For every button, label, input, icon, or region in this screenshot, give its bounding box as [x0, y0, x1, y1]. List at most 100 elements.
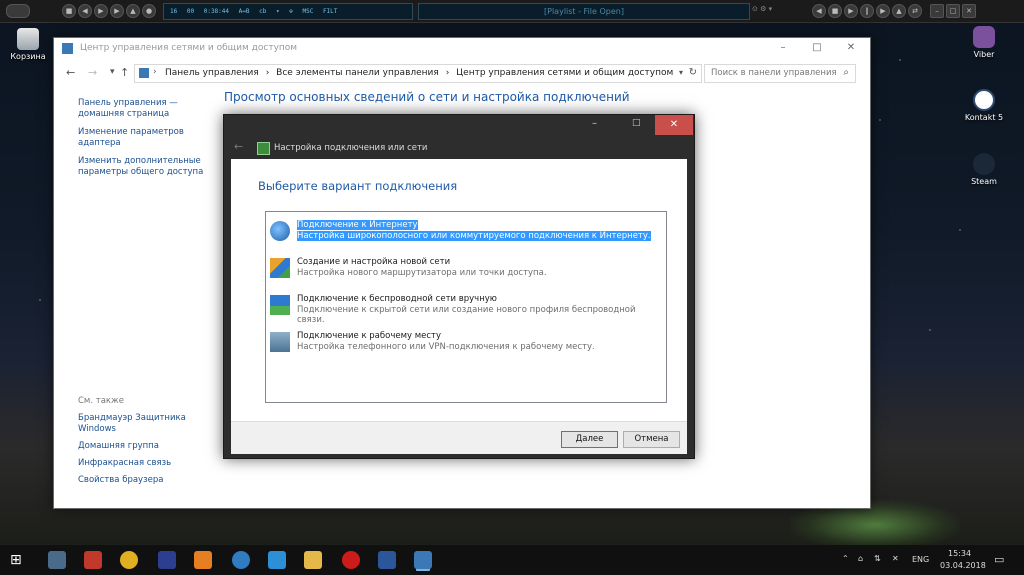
- desktop-icon-kontakt[interactable]: Kontakt 5: [954, 89, 1014, 122]
- player-btn-prev-icon[interactable]: ◀: [812, 4, 826, 18]
- option-connect-internet[interactable]: Подключение к Интернету Настройка широко…: [270, 218, 662, 244]
- player-logo-icon[interactable]: [6, 4, 30, 18]
- desktop-icon-steam[interactable]: Steam: [954, 153, 1014, 186]
- connection-options-list: Подключение к Интернету Настройка широко…: [265, 211, 667, 403]
- player-eject-icon[interactable]: ▲: [126, 4, 140, 18]
- player-btn-play-icon[interactable]: ▶: [844, 4, 858, 18]
- globe-icon: [270, 221, 290, 241]
- taskbar-app-icon[interactable]: [268, 551, 286, 569]
- search-icon[interactable]: ⌕: [843, 67, 849, 78]
- link-change-adapter-settings[interactable]: Изменение параметров адаптера: [78, 127, 218, 149]
- desktop-icon-label: Kontakt 5: [964, 113, 1004, 122]
- taskbar-app-icon[interactable]: [84, 551, 102, 569]
- left-navigation: Панель управления — домашняя страница Из…: [78, 98, 218, 185]
- search-field[interactable]: Поиск в панели управления ⌕: [704, 64, 856, 83]
- tray-network-icon[interactable]: ⌂: [858, 554, 863, 563]
- taskbar-app-icon[interactable]: [120, 551, 138, 569]
- dialog-footer: Далее Отмена: [231, 421, 687, 454]
- opera-icon[interactable]: [342, 551, 360, 569]
- player-btn-stop-icon[interactable]: ■: [828, 4, 842, 18]
- see-also-header: См. также: [78, 396, 124, 406]
- window-close-button[interactable]: ✕: [834, 38, 868, 58]
- player-next-icon[interactable]: ▶: [110, 4, 124, 18]
- window-titlebar[interactable]: Центр управления сетями и общим доступом…: [54, 38, 870, 60]
- action-center-icon[interactable]: ▭: [994, 553, 1004, 566]
- breadcrumb-network-center[interactable]: Центр управления сетями и общим доступом: [456, 68, 673, 78]
- window-maximize-button[interactable]: □: [800, 38, 834, 58]
- tray-time[interactable]: 15:34: [948, 549, 971, 558]
- forward-arrow-icon[interactable]: →: [88, 66, 97, 79]
- option-new-network[interactable]: Создание и настройка новой сети Настройк…: [270, 255, 662, 281]
- address-bar[interactable]: › Панель управления › Все элементы панел…: [134, 64, 702, 83]
- breadcrumb-separator[interactable]: ›: [446, 68, 450, 78]
- dialog-maximize-button[interactable]: □: [632, 118, 641, 128]
- address-dropdown-icon[interactable]: ▾: [679, 68, 683, 77]
- link-homegroup[interactable]: Домашняя группа: [78, 441, 218, 452]
- up-arrow-icon[interactable]: ↑: [120, 66, 129, 79]
- tray-connection-icon[interactable]: ⇅: [874, 554, 881, 563]
- cancel-button[interactable]: Отмена: [623, 431, 680, 448]
- player-stop-icon[interactable]: ■: [62, 4, 76, 18]
- player-restore-icon[interactable]: □: [946, 4, 960, 18]
- link-firewall[interactable]: Брандмауэр Защитника Windows: [78, 413, 218, 435]
- router-icon: [270, 258, 290, 278]
- viber-icon: [973, 26, 995, 48]
- player-open-icon[interactable]: ●: [142, 4, 156, 18]
- refresh-icon[interactable]: ↻: [689, 67, 697, 78]
- breadcrumb-separator[interactable]: ›: [266, 68, 270, 78]
- fl-studio-icon[interactable]: [194, 551, 212, 569]
- start-windows-icon[interactable]: ⊞: [10, 553, 22, 567]
- word-icon[interactable]: [378, 551, 396, 569]
- player-lcd-msc: MSC: [302, 8, 314, 15]
- player-lcd-track: 16: [170, 8, 178, 15]
- ccleaner-icon[interactable]: [232, 551, 250, 569]
- player-settings-icons[interactable]: ⊙ ⚙ ▾: [752, 5, 772, 13]
- player-lcd-ab: A↔B: [238, 8, 250, 15]
- recent-dropdown-icon[interactable]: ▾: [110, 67, 115, 77]
- dialog-minimize-button[interactable]: –: [592, 118, 597, 129]
- next-button[interactable]: Далее: [561, 431, 618, 448]
- dialog-close-button[interactable]: ✕: [655, 115, 693, 135]
- breadcrumb-control-panel[interactable]: Панель управления: [165, 68, 259, 78]
- dialog-nav-row: ← Настройка подключения или сети: [224, 137, 694, 159]
- search-placeholder: Поиск в панели управления: [711, 68, 837, 78]
- control-panel-icon: [139, 68, 149, 78]
- desktop-icon-viber[interactable]: Viber: [954, 26, 1014, 59]
- link-browser-properties[interactable]: Свойства браузера: [78, 475, 218, 486]
- player-prev-icon[interactable]: ◀: [78, 4, 92, 18]
- player-play-icon[interactable]: ▶: [94, 4, 108, 18]
- player-btn-shuffle-icon[interactable]: ⇄: [908, 4, 922, 18]
- player-btn-eject-icon[interactable]: ▲: [892, 4, 906, 18]
- back-arrow-icon[interactable]: ←: [66, 66, 75, 79]
- breadcrumb-all-items[interactable]: Все элементы панели управления: [276, 68, 439, 78]
- tray-chevron-icon[interactable]: ⌃: [842, 554, 849, 563]
- see-also-section: См. также Брандмауэр Защитника Windows Д…: [78, 396, 218, 492]
- player-title: [Playlist - File Open]: [418, 3, 750, 20]
- link-advanced-sharing-settings[interactable]: Изменить дополнительные параметры общего…: [78, 156, 218, 178]
- taskbar-app-icon[interactable]: [48, 551, 66, 569]
- control-panel-taskbar-icon[interactable]: [414, 551, 432, 569]
- tray-date[interactable]: 03.04.2018: [940, 561, 986, 570]
- player-btn-pause-icon[interactable]: ‖: [860, 4, 874, 18]
- connection-setup-dialog: – □ ✕ ← Настройка подключения или сети В…: [223, 114, 695, 459]
- link-control-panel-home[interactable]: Панель управления — домашняя страница: [78, 98, 218, 120]
- window-minimize-button[interactable]: –: [766, 38, 800, 58]
- option-workplace[interactable]: Подключение к рабочему месту Настройка т…: [270, 329, 662, 355]
- dialog-back-arrow-icon[interactable]: ←: [234, 140, 243, 153]
- option-description: Настройка нового маршрутизатора или точк…: [297, 268, 547, 278]
- breadcrumb: Панель управления › Все элементы панели …: [165, 68, 677, 78]
- file-explorer-icon[interactable]: [304, 551, 322, 569]
- desktop-icon-recycle-bin[interactable]: Корзина: [0, 28, 58, 61]
- player-btn-next-icon[interactable]: ▶: [876, 4, 890, 18]
- option-title: Подключение к беспроводной сети вручную: [297, 294, 497, 304]
- steam-icon: [973, 153, 995, 175]
- tray-language[interactable]: ENG: [912, 555, 929, 564]
- link-infrared[interactable]: Инфракрасная связь: [78, 458, 218, 469]
- taskbar-app-icon[interactable]: [158, 551, 176, 569]
- workplace-vpn-icon: [270, 332, 290, 352]
- tray-volume-muted-icon[interactable]: ✕: [892, 554, 899, 563]
- player-close-icon[interactable]: ✕: [962, 4, 976, 18]
- player-minimize-icon[interactable]: –: [930, 4, 944, 18]
- network-setup-icon: [257, 142, 270, 155]
- option-wireless-manual[interactable]: Подключение к беспроводной сети вручную …: [270, 292, 662, 325]
